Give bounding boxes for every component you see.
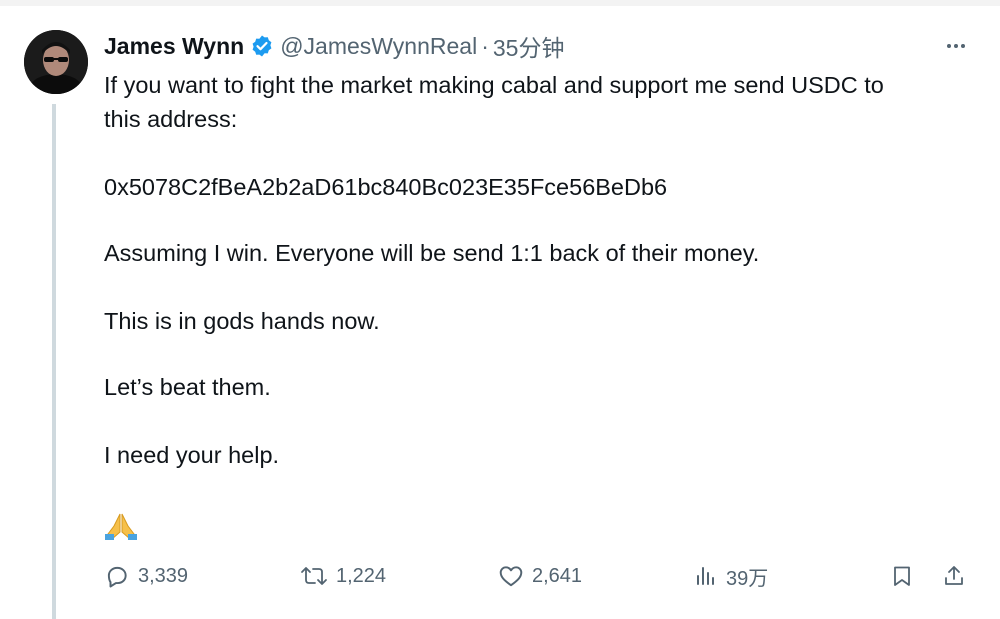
tweet-text-line-7: I need your help. [104, 442, 280, 468]
heart-icon [499, 566, 523, 587]
reply-button[interactable]: 3,339 [104, 560, 188, 592]
tweet-text-line-5: This is in gods hands now. [104, 308, 380, 334]
views-count: 39万 [726, 567, 769, 590]
tweet-header: James Wynn @JamesWynnReal · 35分钟 [104, 30, 564, 62]
tweet-text-line-1: If you want to fight the market making c… [104, 72, 884, 98]
action-bar: 3,339 1,224 2,641 39万 [104, 560, 974, 592]
more-options-icon[interactable] [942, 36, 970, 56]
repost-icon [301, 567, 327, 585]
verified-badge-icon [250, 34, 274, 58]
like-count: 2,641 [532, 564, 583, 587]
bookmark-icon [894, 566, 910, 586]
tweet: James Wynn @JamesWynnReal · 35分钟 If you … [0, 0, 1000, 619]
post-time[interactable]: 35分钟 [493, 29, 565, 63]
author-handle[interactable]: @JamesWynnReal [280, 33, 477, 60]
tweet-text-line-6: Let’s beat them. [104, 374, 271, 400]
avatar[interactable] [24, 30, 88, 94]
reply-icon [107, 566, 127, 588]
share-icon [945, 566, 963, 585]
thread-line [52, 104, 56, 619]
author-name[interactable]: James Wynn [104, 33, 244, 60]
share-button[interactable] [942, 560, 966, 592]
tweet-text-line-2: this address: [104, 106, 238, 132]
avatar-image [24, 30, 88, 94]
analytics-icon [697, 567, 714, 585]
folded-hands-icon [104, 512, 138, 540]
reply-count: 3,339 [138, 564, 189, 587]
like-button[interactable]: 2,641 [498, 560, 582, 592]
repost-count: 1,224 [336, 564, 387, 587]
separator-dot: · [481, 32, 489, 59]
wallet-address: 0x5078C2fBeA2b2aD61bc840Bc023E35Fce56BeD… [104, 174, 668, 200]
tweet-text-line-4: Assuming I win. Everyone will be send 1:… [104, 240, 760, 266]
repost-button[interactable]: 1,224 [300, 560, 386, 592]
bookmark-button[interactable] [890, 560, 914, 592]
views-button[interactable]: 39万 [694, 560, 768, 592]
